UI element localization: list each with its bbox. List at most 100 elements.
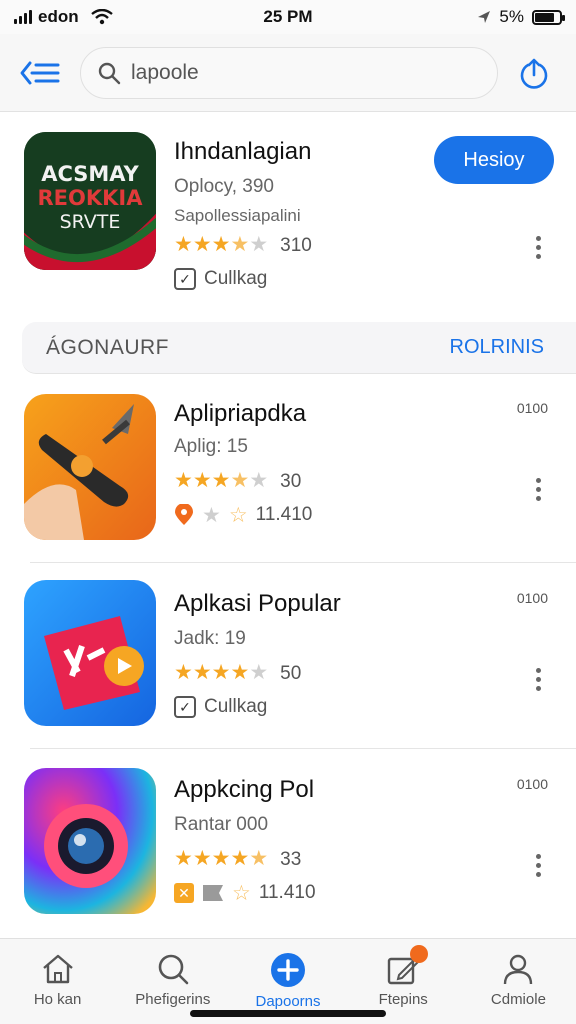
more-options-button[interactable] xyxy=(528,854,548,877)
nav-label: Ftepins xyxy=(378,991,428,1008)
install-button[interactable]: Hesioy xyxy=(434,136,554,184)
tag-label: Cullkag xyxy=(204,696,268,717)
featured-app-subtitle: Oplocy, 390 xyxy=(174,176,274,197)
star-full-icon: ★ xyxy=(174,847,193,870)
star-full-icon: ★ xyxy=(174,469,193,492)
star-full-icon: ★ xyxy=(192,469,212,492)
check-icon: ✓ xyxy=(174,268,196,290)
search-value: lapoole xyxy=(131,60,199,84)
featured-logo-line2: REOKKIA xyxy=(37,186,143,210)
share-button[interactable] xyxy=(512,51,556,95)
home-icon xyxy=(42,954,73,984)
featured-app-developer: Sapollessiapalini xyxy=(174,206,301,225)
app-list-item[interactable]: Aplipriapdka Aplig: 15 ★★★★★ 30 ★ ☆ 11.4… xyxy=(0,386,576,562)
more-options-button[interactable] xyxy=(528,668,548,691)
battery-percent: 5% xyxy=(499,7,524,26)
home-indicator xyxy=(190,1010,386,1017)
battery-fill xyxy=(535,12,555,22)
app-extra: ✓ Cullkag xyxy=(174,696,267,718)
status-left: edon xyxy=(14,7,214,27)
star-full-icon: ★ xyxy=(230,847,250,870)
notification-badge xyxy=(409,945,428,963)
sparkle-icon: ☆ xyxy=(232,881,251,905)
status-time: 25 PM xyxy=(263,7,313,26)
app-list-item[interactable]: Appkcing Pol Rantar 000 ★★★★★ 33 ✕ ☆ 11.… xyxy=(0,760,576,936)
signal-icon xyxy=(14,10,32,24)
status-right: 5% xyxy=(362,7,565,27)
featured-logo-line1: ACSMAY xyxy=(41,162,139,186)
star-half-icon: ★ xyxy=(249,847,269,870)
profile-icon xyxy=(504,954,533,985)
star-full-icon: ★ xyxy=(211,469,231,492)
extra-count: 11.410 xyxy=(258,882,316,903)
app-name: Appkcing Pol xyxy=(174,776,315,803)
search-icon xyxy=(158,954,189,985)
star-full-icon: ★ xyxy=(174,233,193,256)
app-subtitle: Jadk: 19 xyxy=(174,628,246,649)
nav-label: Cdmiole xyxy=(490,991,546,1008)
star-full-icon: ★ xyxy=(192,847,212,870)
camera-art xyxy=(24,768,156,914)
star-empty-icon: ★ xyxy=(249,469,269,492)
app-rating: ★★★★★ 50 xyxy=(174,662,301,685)
location-pin-icon xyxy=(175,504,193,525)
app-rating: ★★★★★ 33 xyxy=(174,848,301,871)
rating-count: 30 xyxy=(280,470,302,492)
star-full-icon: ★ xyxy=(192,661,212,684)
side-number: 0100 xyxy=(516,400,548,416)
section-see-all-link[interactable]: ROLRINIS xyxy=(450,336,544,359)
star-icon: ★ xyxy=(202,503,221,527)
sparkle-icon: ☆ xyxy=(228,503,248,527)
side-number: 0100 xyxy=(516,590,548,606)
app-subtitle: Aplig: 15 xyxy=(174,436,248,457)
app-extra: ★ ☆ 11.410 xyxy=(174,504,312,526)
more-options-button[interactable] xyxy=(528,236,548,259)
search-icon xyxy=(98,62,121,84)
side-number: 0100 xyxy=(516,776,548,792)
nav-label: Dapoorns xyxy=(255,993,321,1010)
battery-icon xyxy=(532,9,565,25)
star-full-icon: ★ xyxy=(230,661,250,684)
app-icon-camera xyxy=(24,768,156,914)
divider xyxy=(30,748,576,749)
wifi-icon xyxy=(90,9,113,25)
star-full-icon: ★ xyxy=(211,847,231,870)
app-list-item[interactable]: Aplkasi Popular Jadk: 19 ★★★★★ 50 ✓ Cull… xyxy=(0,572,576,748)
share-icon xyxy=(520,58,548,89)
rating-count: 50 xyxy=(280,662,302,684)
tool-art xyxy=(24,394,156,540)
star-rating: ★★★★★ xyxy=(174,662,268,685)
featured-rating: ★★★★★ 310 xyxy=(174,234,312,257)
rating-count: 33 xyxy=(280,848,302,870)
star-rating: ★★★★★ xyxy=(174,848,268,871)
star-full-icon: ★ xyxy=(211,233,231,256)
location-icon xyxy=(478,11,491,23)
star-full-icon: ★ xyxy=(174,661,193,684)
app-extra: ✕ ☆ 11.410 xyxy=(174,882,316,904)
app-name: Aplkasi Popular xyxy=(174,590,341,617)
featured-app[interactable]: ACSMAY REOKKIA SRVTE Ihndanlagian Oplocy… xyxy=(0,112,576,312)
featured-logo-line3: SRVTE xyxy=(59,211,121,233)
back-button[interactable] xyxy=(16,49,64,97)
star-full-icon: ★ xyxy=(192,233,212,256)
app-name: Aplipriapdka xyxy=(174,400,307,427)
star-empty-icon: ★ xyxy=(249,661,269,684)
star-empty-icon: ★ xyxy=(249,233,269,256)
more-options-button[interactable] xyxy=(528,478,548,501)
search-header: lapoole xyxy=(0,34,576,112)
extra-count: 11.410 xyxy=(255,504,313,525)
rating-count: 310 xyxy=(280,234,312,256)
featured-app-name: Ihndanlagian xyxy=(174,138,312,165)
carrier-label: edon xyxy=(38,7,79,26)
search-input[interactable]: lapoole xyxy=(80,46,498,99)
featured-app-icon: ACSMAY REOKKIA SRVTE xyxy=(24,132,156,270)
back-list-icon xyxy=(20,61,60,84)
check-icon: ✓ xyxy=(174,696,196,718)
nav-label: Phefigerins xyxy=(135,991,211,1008)
app-subtitle: Rantar 000 xyxy=(174,814,269,835)
nav-item-home[interactable]: Ho kan xyxy=(0,939,115,1024)
app-icon-popular xyxy=(24,580,156,726)
nav-item-profile[interactable]: Cdmiole xyxy=(461,939,576,1024)
app-rating: ★★★★★ 30 xyxy=(174,470,301,493)
close-badge-icon: ✕ xyxy=(174,883,194,903)
